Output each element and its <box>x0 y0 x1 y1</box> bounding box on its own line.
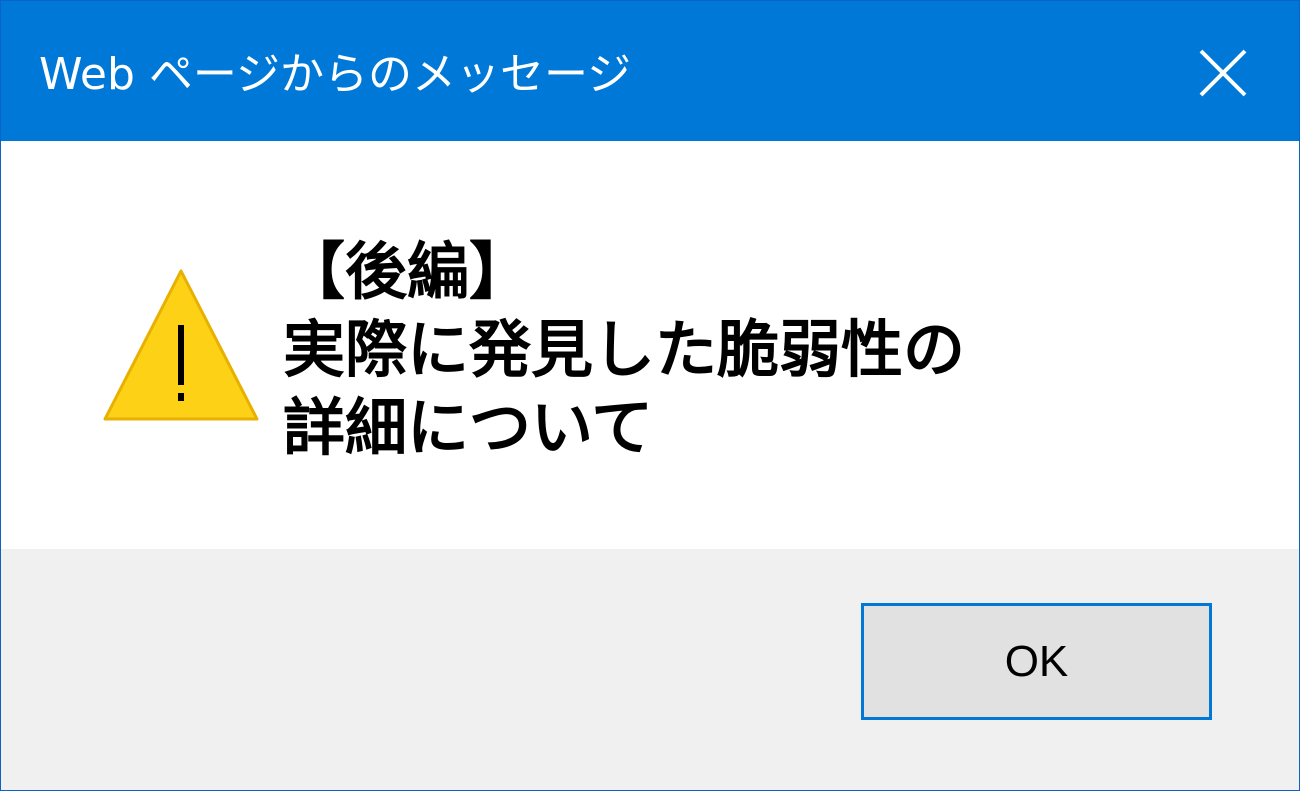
close-icon <box>1199 49 1247 97</box>
warning-icon <box>103 269 259 421</box>
ok-button[interactable]: OK <box>861 603 1212 720</box>
alert-dialog: Web ページからのメッセージ 【後編】 実際に発見した脆弱性の 詳細について … <box>0 0 1300 791</box>
dialog-footer: OK <box>1 549 1299 790</box>
dialog-content: 【後編】 実際に発見した脆弱性の 詳細について <box>1 141 1299 549</box>
title-bar: Web ページからのメッセージ <box>1 1 1299 141</box>
close-button[interactable] <box>1171 31 1275 115</box>
dialog-title: Web ページからのメッセージ <box>39 49 632 100</box>
dialog-message: 【後編】 実際に発見した脆弱性の 詳細について <box>283 235 966 464</box>
